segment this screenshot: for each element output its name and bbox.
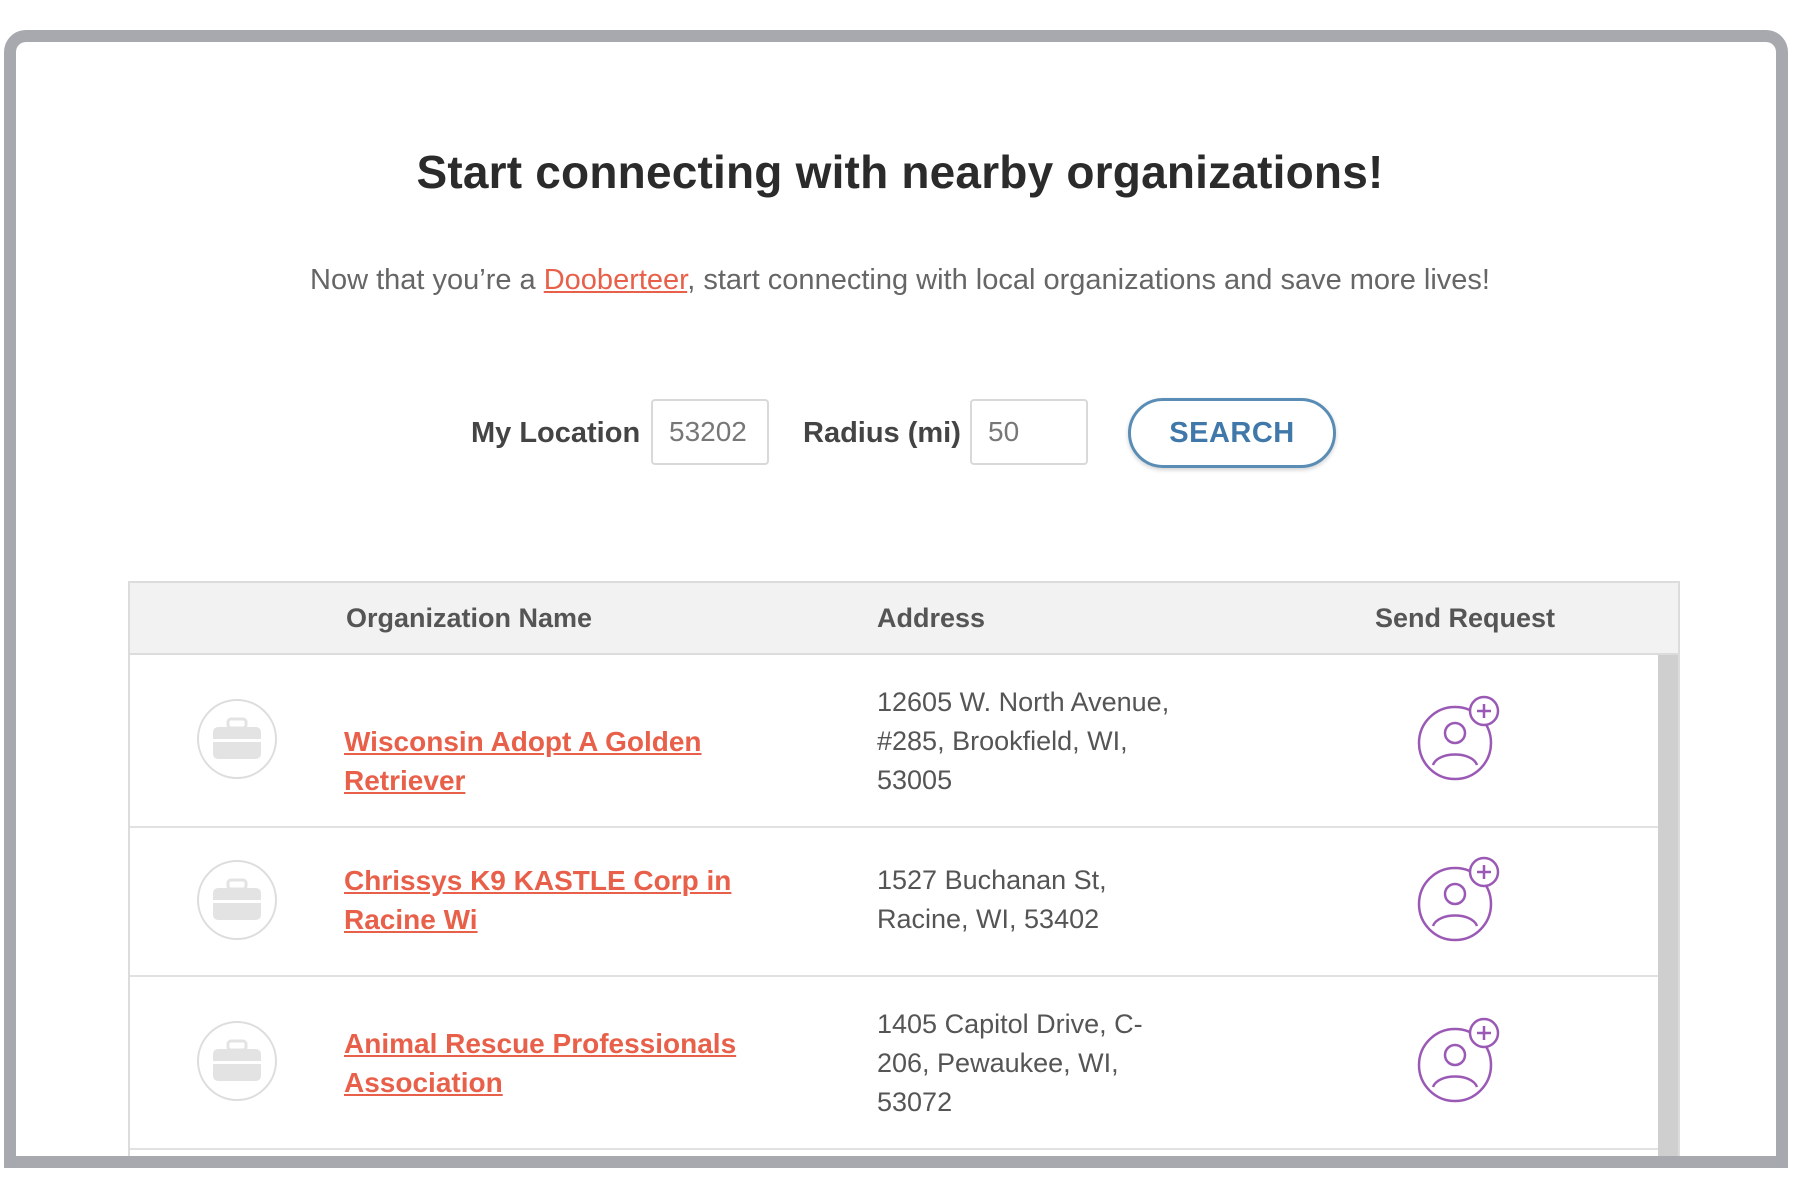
organizations-table: Organization Name Address Send Request W… (128, 581, 1680, 1156)
subtitle-text-before: Now that you’re a (310, 264, 544, 296)
subtitle-text-after: , start connecting with local organizati… (687, 264, 1490, 296)
table-header: Organization Name Address Send Request (130, 583, 1678, 655)
briefcase-icon (197, 1021, 277, 1101)
briefcase-icon (197, 699, 277, 779)
radius-input[interactable] (970, 399, 1088, 465)
org-address: 1527 Buchanan St, Racine, WI, 53402 (877, 865, 1107, 934)
location-input[interactable] (651, 399, 769, 465)
org-name-link[interactable]: Animal Rescue Professionals Association (344, 1024, 804, 1102)
add-user-icon[interactable] (1416, 1015, 1506, 1105)
org-name-link[interactable]: Wisconsin Adopt A Golden Retriever (344, 722, 804, 800)
radius-label: Radius (mi) (803, 417, 961, 449)
org-name-link[interactable]: Chrissys K9 KASTLE Corp in Racine Wi (344, 861, 804, 939)
location-label: My Location (471, 417, 641, 449)
column-header-send-request: Send Request (1375, 603, 1556, 633)
subtitle: Now that you’re a Dooberteer, start conn… (0, 264, 1800, 297)
screenshot-frame-bottom (4, 1156, 1788, 1168)
column-header-address: Address (877, 603, 986, 633)
org-address: 1405 Capitol Drive, C-206, Pewaukee, WI,… (877, 1009, 1143, 1117)
column-header-name: Organization Name (346, 603, 593, 633)
table-row: Wisconsin Adopt A Golden Retriever 12605… (130, 655, 1658, 828)
dooberteer-link[interactable]: Dooberteer (544, 264, 688, 296)
table-scrollbar[interactable] (1658, 655, 1678, 1156)
org-address: 12605 W. North Avenue, #285, Brookfield,… (877, 687, 1170, 795)
add-user-icon[interactable] (1416, 693, 1506, 783)
search-button[interactable]: SEARCH (1128, 398, 1336, 468)
table-row: Animal Rescue Professionals Association … (130, 977, 1658, 1150)
page-title: Start connecting with nearby organizatio… (416, 146, 1384, 198)
table-row: Chrissys K9 KASTLE Corp in Racine Wi 152… (130, 828, 1658, 977)
briefcase-icon (197, 860, 277, 940)
add-user-icon[interactable] (1416, 854, 1506, 944)
